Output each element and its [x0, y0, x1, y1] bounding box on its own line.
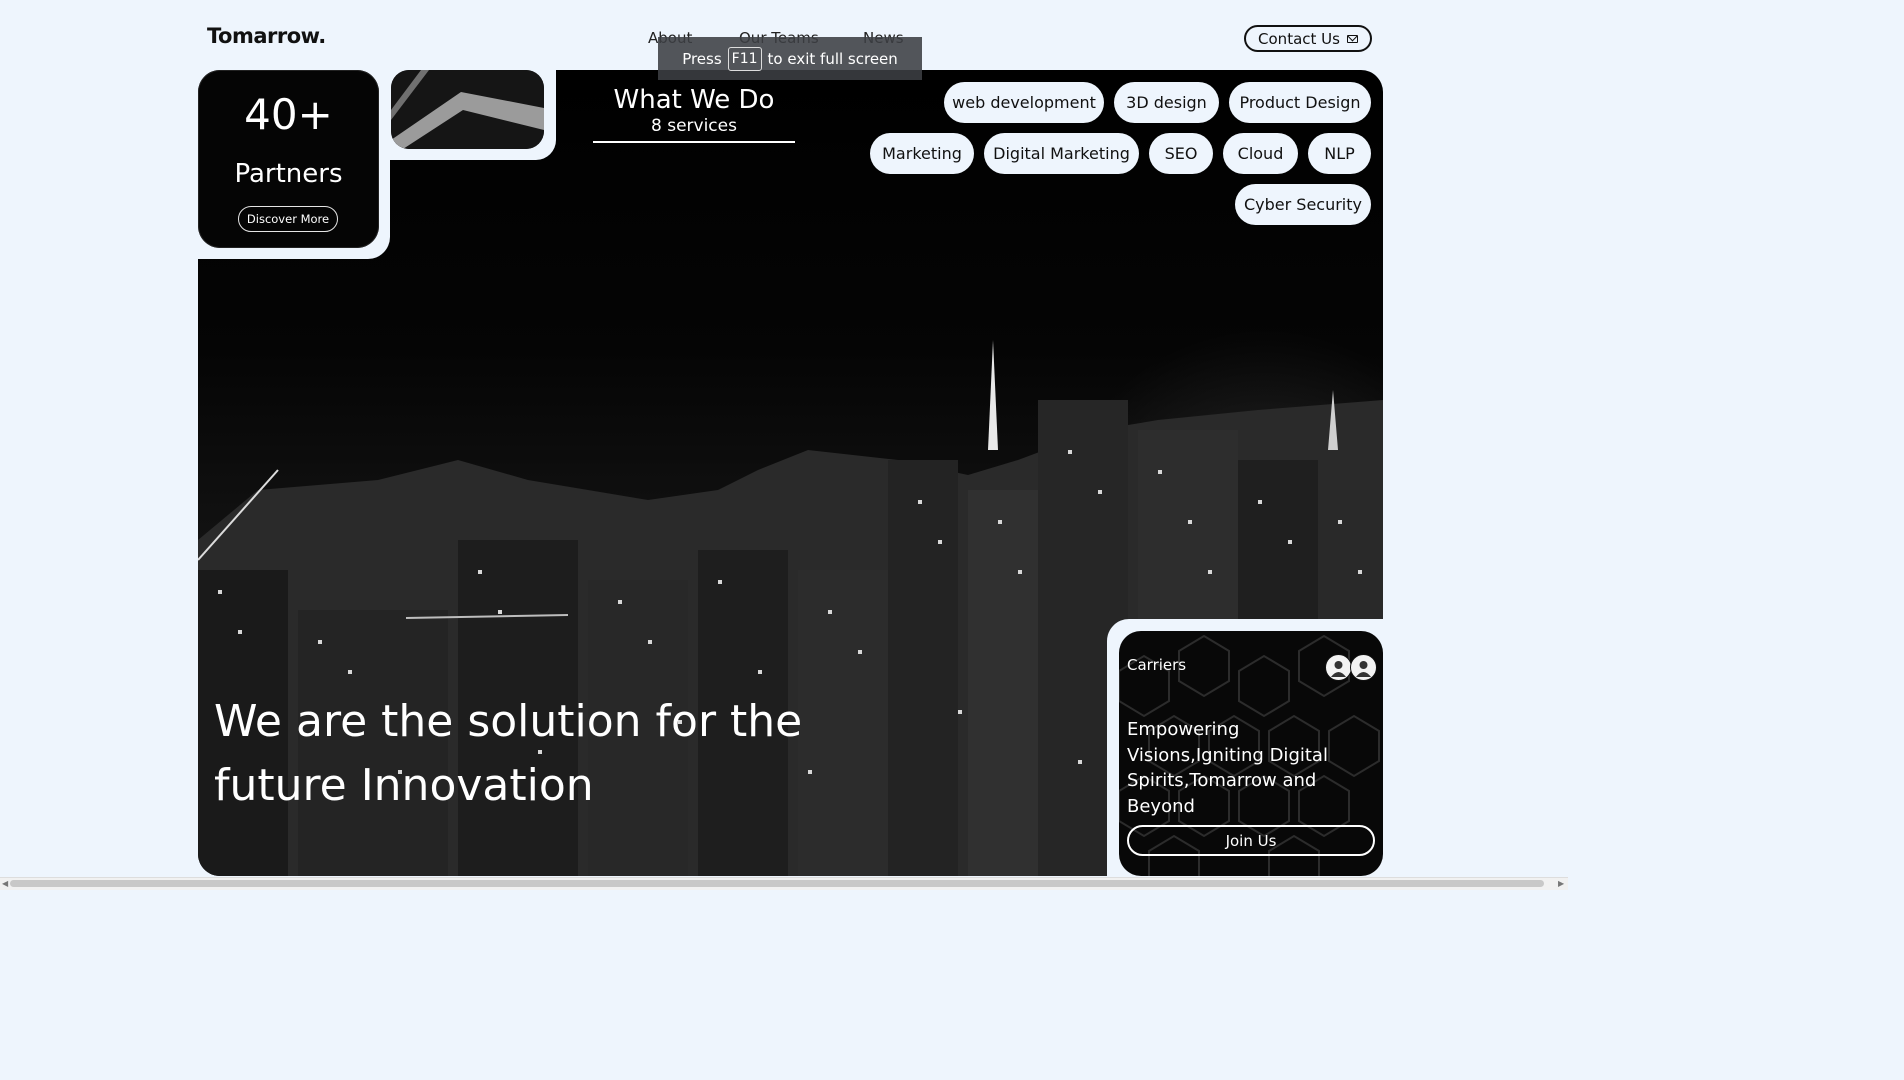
hero-headline-line-2: future Innovation	[214, 760, 594, 811]
tag-nlp[interactable]: NLP	[1308, 133, 1371, 174]
mail-icon	[1346, 34, 1358, 43]
tag-seo[interactable]: SEO	[1149, 133, 1213, 174]
services-count: 8 services	[651, 116, 737, 136]
scroll-right-icon[interactable]: ▶	[1558, 879, 1564, 888]
discover-more-button[interactable]: Discover More	[238, 206, 338, 232]
careers-title: Carriers	[1127, 656, 1187, 674]
toast-press: Press	[682, 49, 722, 68]
toast-key: F11	[727, 46, 762, 71]
tag-cyber-security[interactable]: Cyber Security	[1235, 184, 1371, 225]
what-we-do-title: What We Do	[613, 85, 775, 115]
careers-card: Carriers Empowering Visions,Igniting Dig…	[1119, 631, 1383, 876]
partners-card: 40+ Partners Discover More	[198, 70, 379, 248]
tag-3d-design[interactable]: 3D design	[1114, 82, 1219, 123]
avatar	[1325, 654, 1352, 681]
tag-digital-marketing[interactable]: Digital Marketing	[984, 133, 1139, 174]
what-we-do-heading: What We Do 8 services	[593, 85, 795, 143]
tag-web-development[interactable]: web development	[944, 82, 1104, 123]
hero-headline-line-1: We are the solution for the	[214, 696, 803, 747]
architecture-thumbnail	[391, 70, 544, 149]
careers-description: Empowering Visions,Igniting Digital Spir…	[1127, 719, 1328, 817]
toast-rest: to exit full screen	[767, 49, 898, 68]
scroll-left-icon[interactable]: ◀	[2, 879, 8, 888]
partners-label: Partners	[234, 159, 343, 189]
partners-count: 40+	[244, 90, 333, 139]
tag-marketing[interactable]: Marketing	[870, 133, 974, 174]
tag-cloud[interactable]: Cloud	[1223, 133, 1298, 174]
scrollbar-thumb[interactable]	[10, 880, 1544, 887]
horizontal-scrollbar[interactable]: ◀ ▶	[0, 877, 1568, 890]
contact-us-label: Contact Us	[1258, 29, 1340, 48]
tag-product-design[interactable]: Product Design	[1229, 82, 1371, 123]
brand-logo[interactable]: Tomarrow.	[207, 24, 326, 48]
contact-us-button[interactable]: Contact Us	[1244, 25, 1372, 52]
join-us-button[interactable]: Join Us	[1127, 825, 1375, 856]
fullscreen-notice: Press F11 to exit full screen	[658, 37, 922, 80]
avatar	[1350, 654, 1377, 681]
hero-headline: We are the solution for the future Innov…	[214, 690, 834, 818]
